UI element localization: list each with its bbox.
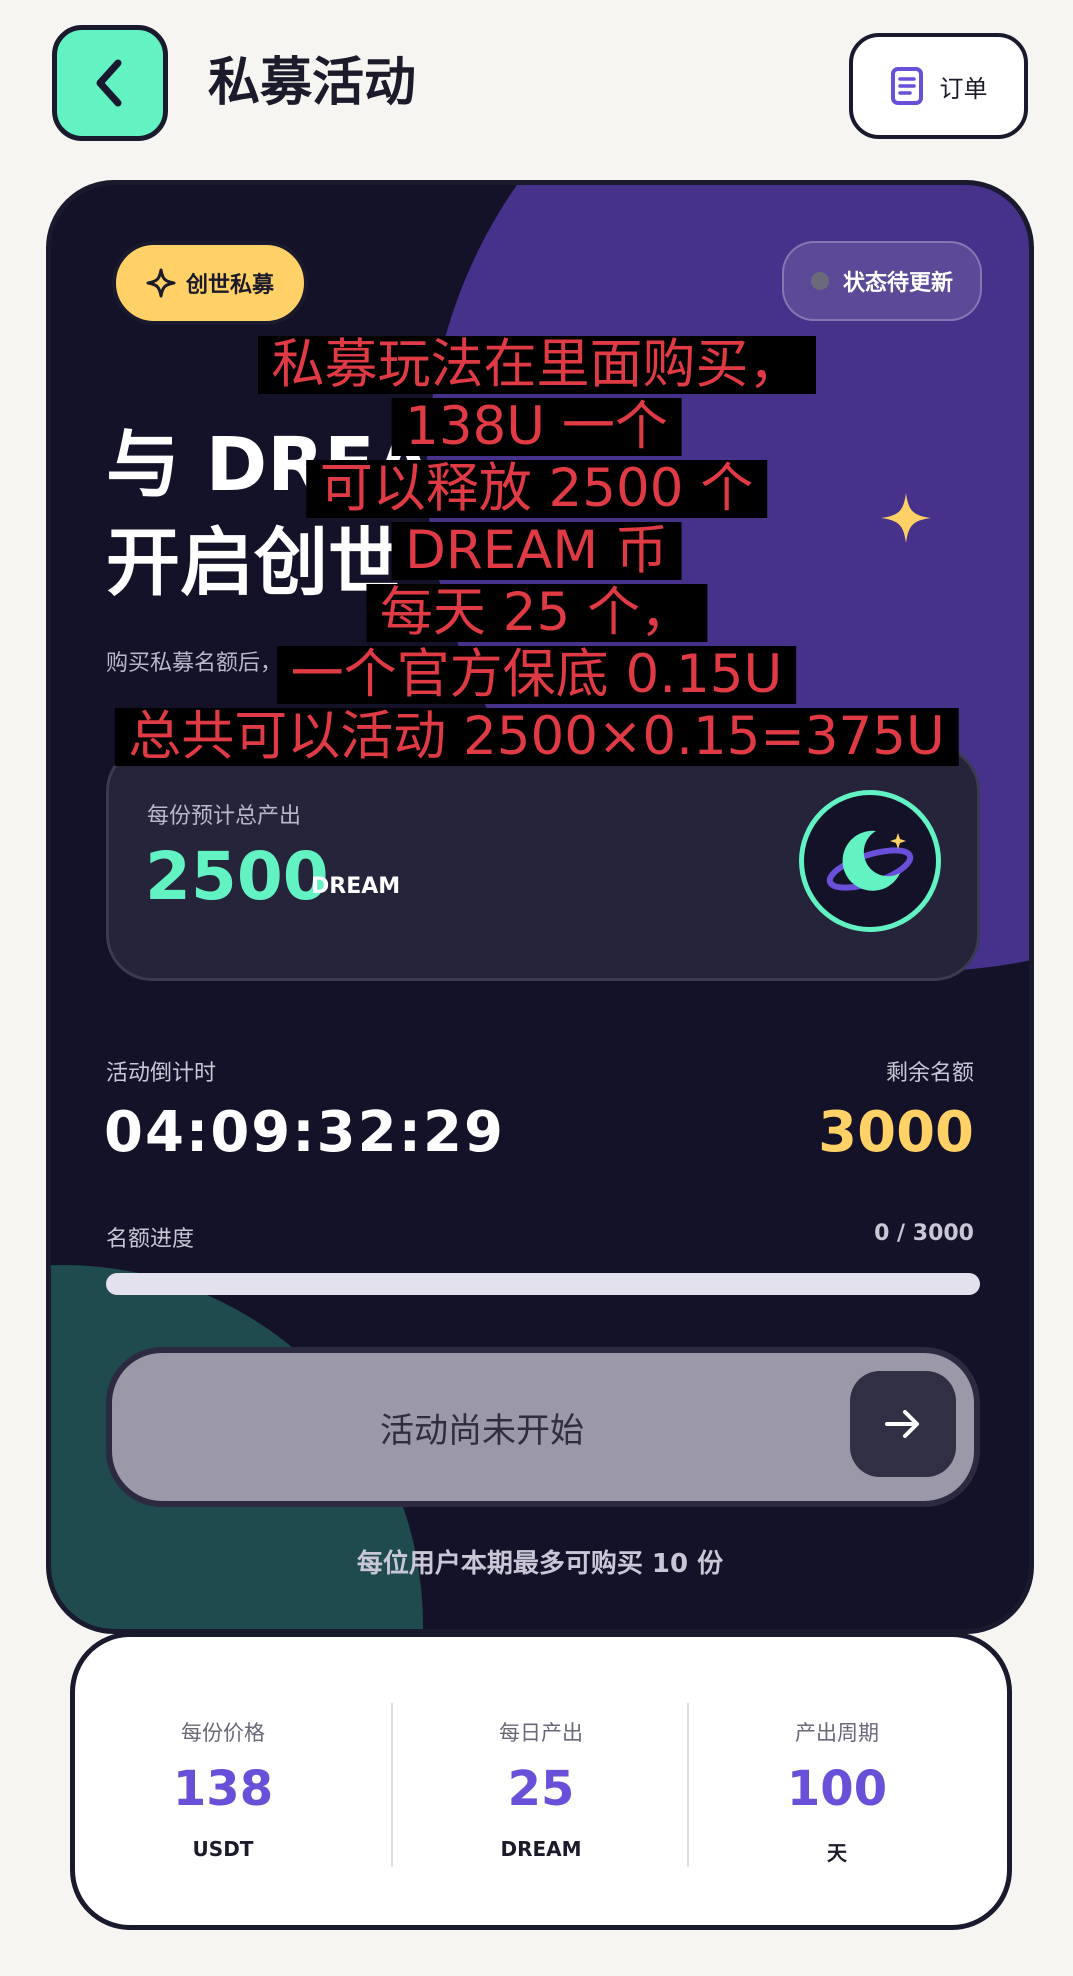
stat-price: 每份价格 138 USDT <box>75 1637 371 1925</box>
progress-count: 0 / 3000 <box>874 1221 974 1246</box>
sparkle-decor-icon <box>881 493 931 543</box>
genesis-badge: 创世私募 <box>112 241 308 325</box>
dream-token-badge <box>799 790 941 932</box>
output-label: 每份预计总产出 <box>147 804 302 829</box>
progress-label: 名额进度 <box>106 1227 195 1252</box>
annotation-line: 每天 25 个， <box>365 584 708 642</box>
annotation-line: DREAM 币 <box>391 522 682 580</box>
countdown-value: 04:09:32:29 <box>104 1100 505 1165</box>
annotation-line: 总共可以活动 2500×0.15=375U <box>114 708 959 766</box>
purchase-limit-note: 每位用户本期最多可购买 10 份 <box>356 1549 724 1579</box>
stats-card: 每份价格 138 USDT 每日产出 25 DREAM 产出周期 100 天 <box>70 1632 1012 1930</box>
moon-planet-icon <box>826 830 914 891</box>
page-title: 私募活动 <box>208 53 417 113</box>
status-label: 状态待更新 <box>842 271 953 296</box>
join-sale-button-label: 活动尚未开始 <box>380 1410 584 1451</box>
stat-label: 每日产出 <box>499 1721 583 1745</box>
chevron-left-icon <box>96 59 122 107</box>
sparkle-icon <box>146 268 176 298</box>
stat-daily-output: 每日产出 25 DREAM <box>393 1637 689 1925</box>
stat-value: 138 <box>172 1761 274 1817</box>
orders-label: 订单 <box>939 74 988 103</box>
join-sale-button[interactable]: 活动尚未开始 <box>106 1347 980 1507</box>
back-button[interactable] <box>52 25 168 141</box>
genesis-badge-label: 创世私募 <box>185 273 274 298</box>
arrow-right-icon <box>885 1410 919 1438</box>
arrow-right-button[interactable] <box>850 1371 956 1477</box>
annotation-line: 138U 一个 <box>391 398 682 456</box>
output-unit: DREAM <box>311 874 401 899</box>
stat-value: 25 <box>507 1761 575 1817</box>
countdown-label: 活动倒计时 <box>106 1061 217 1086</box>
annotation-line: 私募玩法在里面购买， <box>257 336 816 394</box>
orders-button[interactable]: 订单 <box>849 33 1028 139</box>
stat-label: 每份价格 <box>181 1721 265 1745</box>
output-summary: 每份预计总产出 2500 DREAM <box>106 745 980 981</box>
status-dot <box>810 272 829 290</box>
stat-label: 产出周期 <box>795 1721 879 1745</box>
remaining-label: 剩余名额 <box>885 1061 974 1086</box>
stat-value: 100 <box>786 1761 888 1817</box>
annotation-line: 一个官方保底 0.15U <box>276 646 797 704</box>
progress-bar <box>106 1273 980 1295</box>
stat-unit: 天 <box>827 1841 847 1865</box>
remaining-value: 3000 <box>818 1100 974 1165</box>
headline-line-2: 开启创世 <box>106 520 402 606</box>
stat-cycle: 产出周期 100 天 <box>689 1637 985 1925</box>
annotation-line: 可以释放 2500 个 <box>305 460 768 518</box>
stat-unit: DREAM <box>500 1837 582 1861</box>
stat-unit: USDT <box>192 1837 254 1861</box>
output-value: 2500 <box>145 838 329 915</box>
status-badge: 状态待更新 <box>782 241 982 321</box>
document-icon <box>890 67 923 105</box>
